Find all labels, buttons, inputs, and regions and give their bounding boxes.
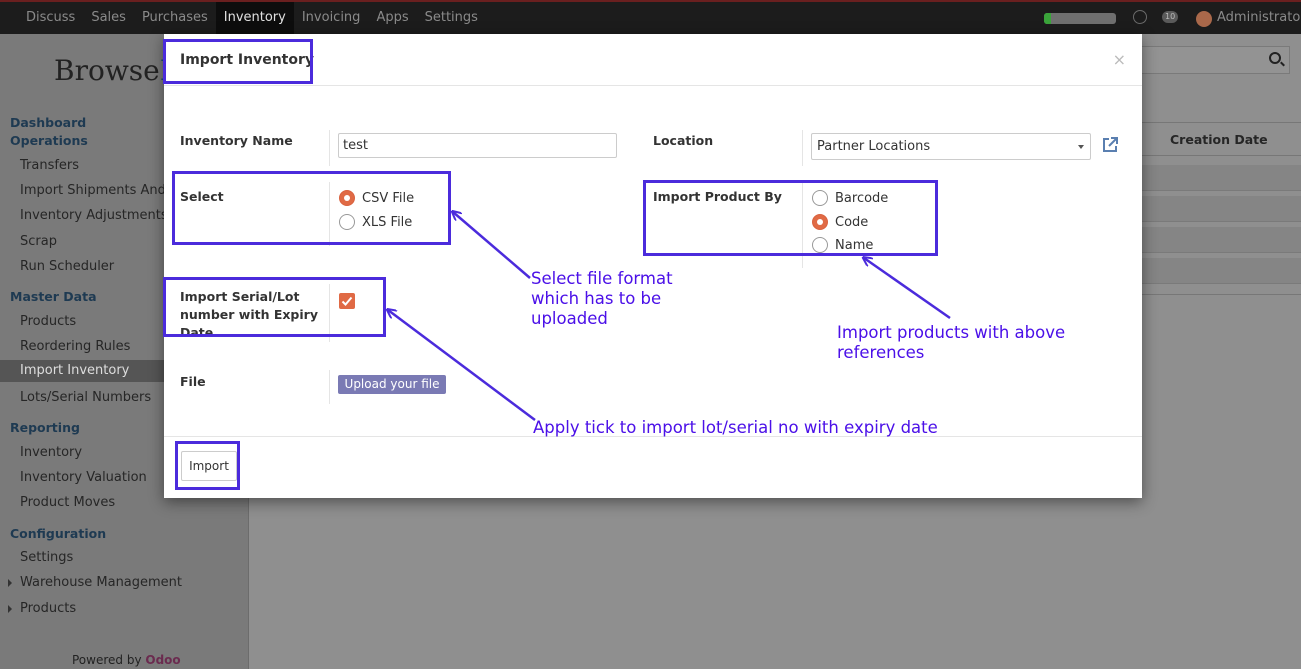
sidebar-item-product-moves[interactable]: Product Moves: [20, 495, 115, 510]
sidebar-section-reporting: Reporting: [10, 420, 80, 435]
sidebar-item-warehouse-management[interactable]: Warehouse Management: [20, 575, 182, 590]
divider: [802, 130, 803, 166]
chevron-down-icon: [1078, 145, 1084, 149]
upload-file-button[interactable]: Upload your file: [338, 375, 446, 394]
table-row[interactable]: [1140, 196, 1301, 222]
powered-by: Powered by Odoo: [72, 653, 181, 667]
avatar[interactable]: [1196, 11, 1212, 27]
location-select[interactable]: Partner Locations: [811, 133, 1091, 160]
column-creation-date[interactable]: Creation Date: [1170, 132, 1268, 147]
table-header: Creation Date: [1140, 122, 1301, 156]
annotation-box-serial: [163, 277, 386, 337]
top-navbar: Discuss Sales Purchases Inventory Invoic…: [0, 0, 1301, 34]
sidebar-item-transfers[interactable]: Transfers: [20, 158, 79, 173]
menu-apps[interactable]: Apps: [368, 2, 416, 34]
annotation-box-title: [163, 39, 313, 84]
progress-bar[interactable]: [1044, 13, 1116, 24]
table-row[interactable]: [1140, 258, 1301, 284]
sidebar-item-settings[interactable]: Settings: [20, 550, 73, 565]
messages-badge[interactable]: 10: [1162, 11, 1179, 23]
main-menu: Discuss Sales Purchases Inventory Invoic…: [18, 2, 486, 34]
sidebar-item-inventory-valuation[interactable]: Inventory Valuation: [20, 470, 147, 485]
table-row[interactable]: [1140, 227, 1301, 253]
sidebar-item-import-shipments[interactable]: Import Shipments And D: [20, 183, 180, 198]
sidebar-item-scrap[interactable]: Scrap: [20, 234, 57, 249]
annotation-box-import-by: [643, 180, 938, 256]
table-row[interactable]: [1140, 165, 1301, 191]
sidebar-section-dashboard[interactable]: Dashboard: [10, 115, 86, 130]
inventory-name-label: Inventory Name: [180, 133, 293, 148]
annotation-box-select: [172, 171, 451, 245]
company-logo: BrowseI: [54, 54, 171, 87]
progress-fill: [1044, 13, 1052, 24]
annotation-select-note: Select file format which has to be uploa…: [531, 269, 673, 328]
sidebar-item-products[interactable]: Products: [20, 314, 76, 329]
clock-icon[interactable]: [1133, 10, 1147, 24]
sidebar-item-inventory-adjustments[interactable]: Inventory Adjustments: [20, 208, 168, 223]
file-label: File: [180, 374, 206, 389]
sidebar-item-reordering-rules[interactable]: Reordering Rules: [20, 339, 130, 354]
sidebar-item-lots-serial-numbers[interactable]: Lots/Serial Numbers: [20, 390, 151, 405]
location-label: Location: [653, 133, 714, 148]
search-icon[interactable]: [1269, 52, 1281, 64]
annotation-import-by-note: Import products with above references: [837, 323, 1066, 362]
divider: [329, 370, 330, 404]
user-menu[interactable]: Administrator: [1217, 2, 1301, 34]
sidebar-section-master-data: Master Data: [10, 289, 97, 304]
sidebar-item-config-products[interactable]: Products: [20, 601, 76, 616]
search-bar[interactable]: [1140, 46, 1290, 74]
menu-sales[interactable]: Sales: [83, 2, 134, 34]
menu-invoicing[interactable]: Invoicing: [294, 2, 369, 34]
sidebar-section-operations: Operations: [10, 133, 88, 148]
annotation-box-import-button: [175, 441, 240, 490]
sidebar-item-import-inventory[interactable]: Import Inventory: [0, 360, 165, 382]
close-icon[interactable]: ×: [1113, 50, 1126, 69]
menu-inventory[interactable]: Inventory: [215, 2, 294, 34]
menu-settings[interactable]: Settings: [417, 2, 486, 34]
annotation-serial-note: Apply tick to import lot/serial no with …: [533, 418, 938, 437]
caret-right-icon[interactable]: [8, 579, 12, 587]
caret-right-icon[interactable]: [8, 605, 12, 613]
sidebar-item-inventory-report[interactable]: Inventory: [20, 445, 82, 460]
sidebar-section-configuration: Configuration: [10, 526, 107, 541]
external-link-icon[interactable]: [1101, 136, 1119, 154]
divider: [329, 130, 330, 166]
menu-discuss[interactable]: Discuss: [18, 2, 83, 34]
inventory-name-input[interactable]: [338, 133, 617, 158]
sidebar-item-run-scheduler[interactable]: Run Scheduler: [20, 259, 114, 274]
location-value: Partner Locations: [817, 139, 931, 154]
menu-purchases[interactable]: Purchases: [134, 2, 216, 34]
